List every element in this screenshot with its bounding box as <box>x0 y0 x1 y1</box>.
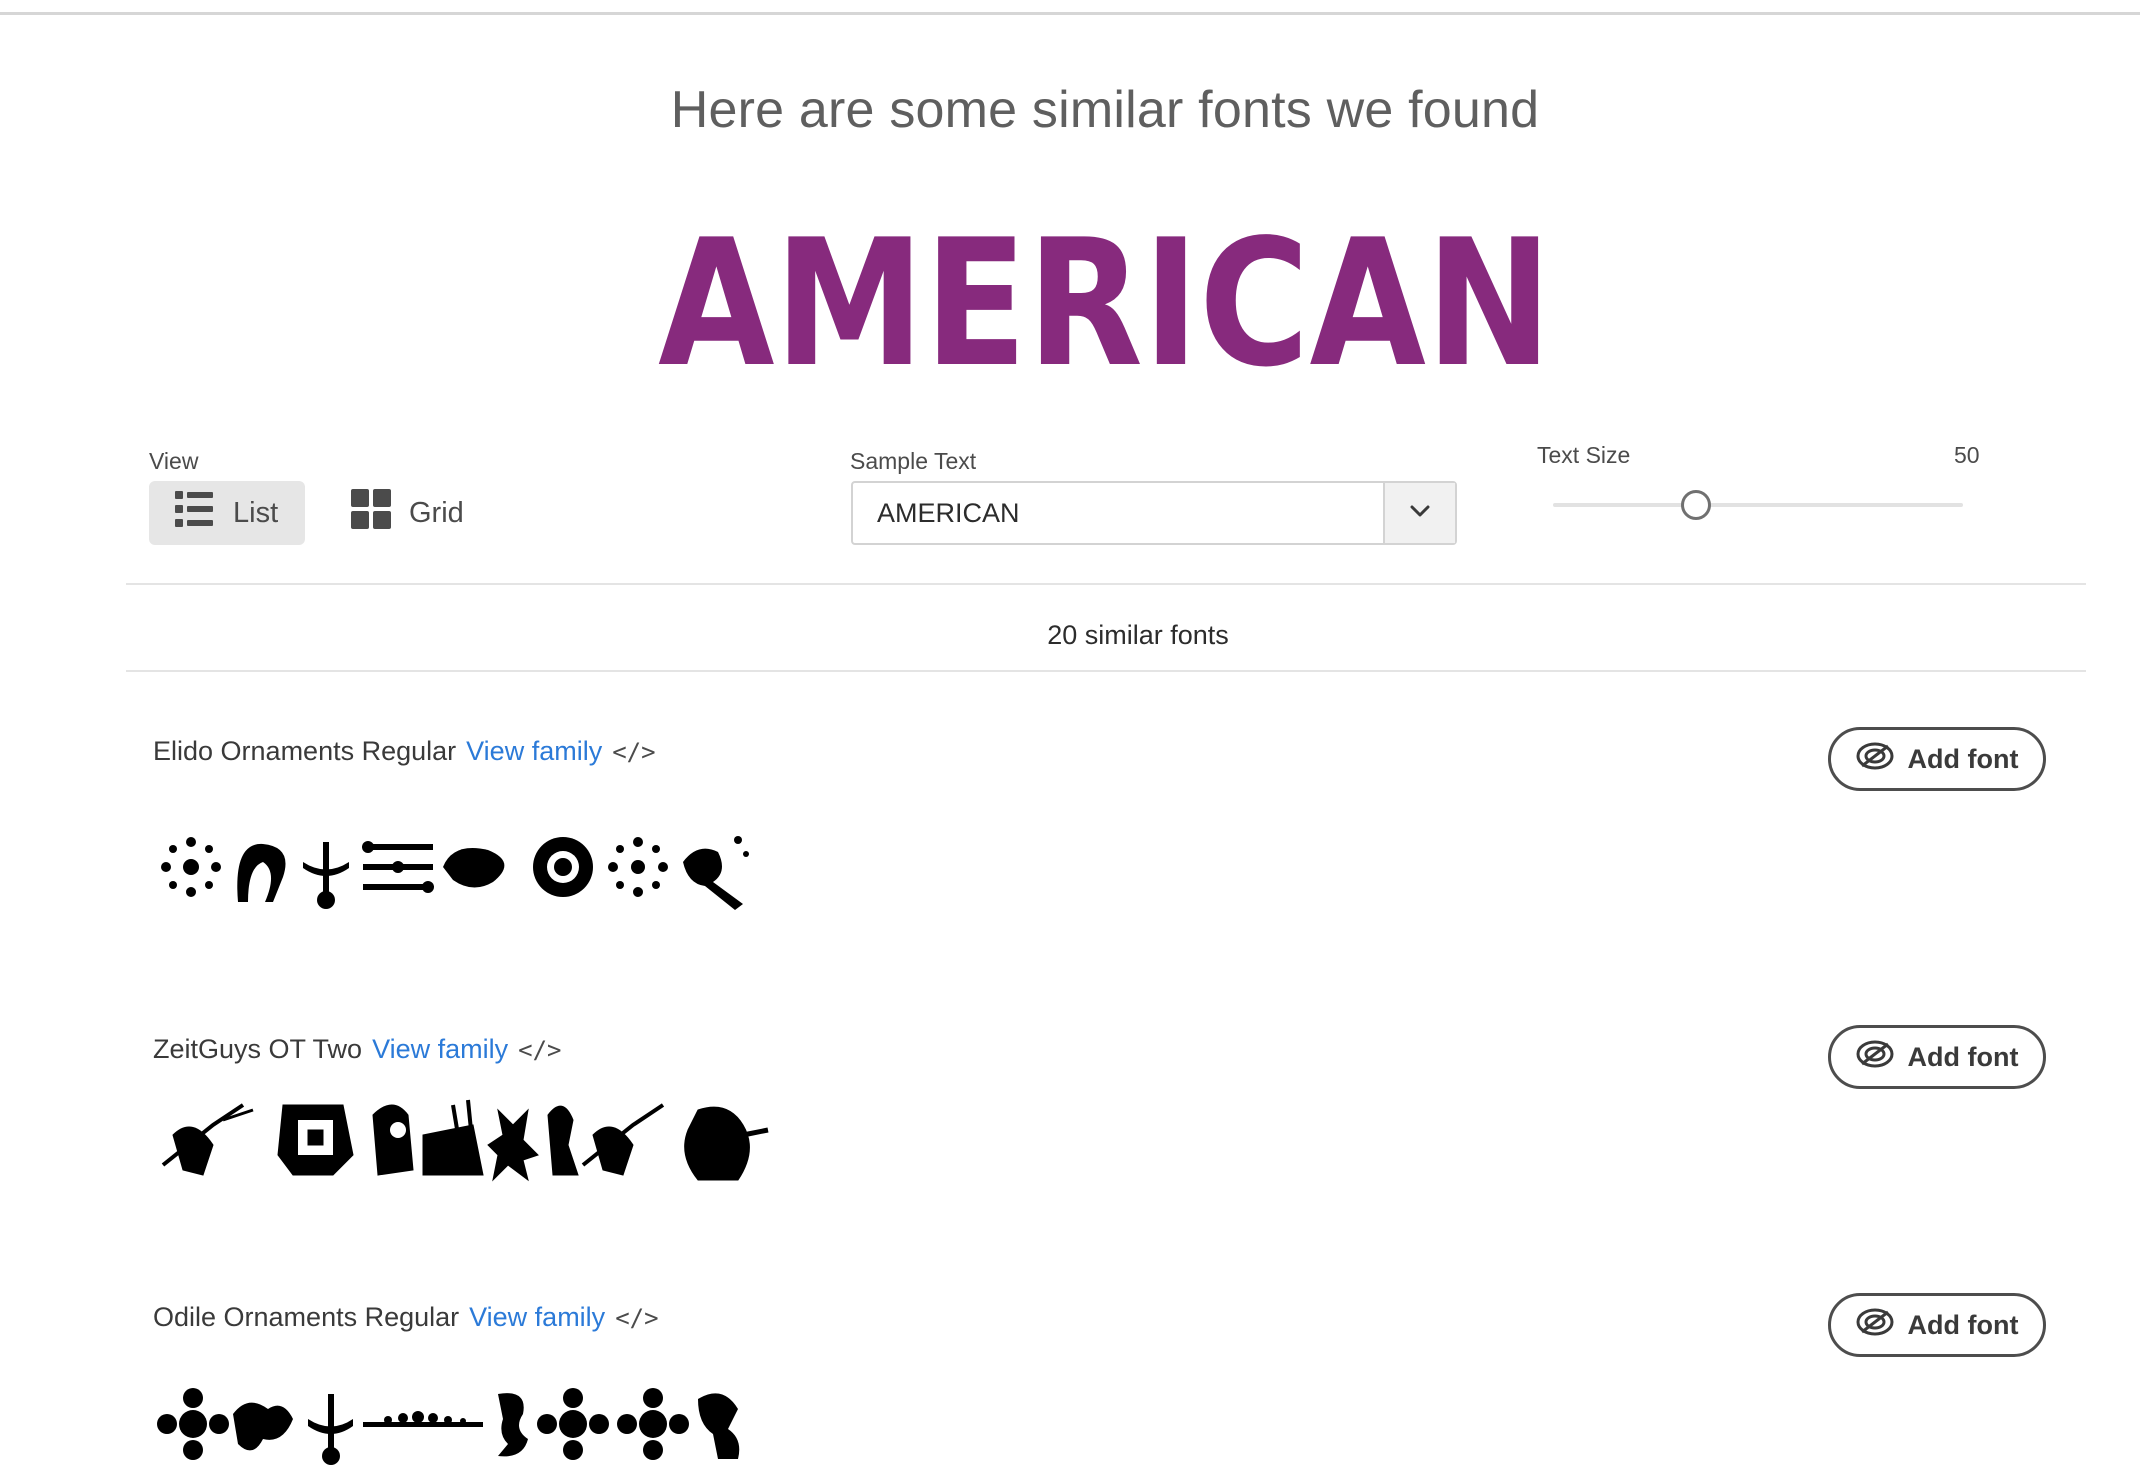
grid-view-label: Grid <box>409 496 464 529</box>
embed-code-button[interactable]: </> <box>518 1036 561 1064</box>
font-row-header: Elido Ornaments Regular View family </> <box>153 736 656 767</box>
page-title: Here are some similar fonts we found <box>670 81 1540 139</box>
font-name: ZeitGuys OT Two <box>153 1034 363 1064</box>
font-name: Odile Ornaments Regular <box>153 1302 460 1332</box>
view-label: View <box>149 448 199 474</box>
font-row-header: ZeitGuys OT Two View family </> <box>153 1034 561 1065</box>
text-size-slider-track[interactable] <box>1553 503 1963 507</box>
view-family-link[interactable]: View family <box>466 736 602 767</box>
grid-view-button[interactable]: Grid <box>325 481 490 545</box>
view-family-link[interactable]: View family <box>469 1302 605 1333</box>
font-sample-glyphs <box>153 822 753 912</box>
embed-code-button[interactable]: </> <box>612 738 655 766</box>
top-divider <box>0 12 2140 15</box>
add-font-label: Add font <box>1907 743 2019 774</box>
sample-text-input[interactable]: AMERICAN <box>877 483 1020 543</box>
sample-text-dropdown-button[interactable] <box>1383 483 1455 543</box>
font-row-header: Odile Ornaments Regular View family </> <box>153 1302 659 1333</box>
text-size-value: 50 <box>1954 442 1980 468</box>
creative-cloud-icon <box>1856 1040 1894 1075</box>
results-bottom-divider <box>126 670 2086 672</box>
add-font-button[interactable]: Add font <box>1828 1025 2046 1089</box>
list-view-label: List <box>233 496 279 529</box>
sample-text-preview: AMERICAN <box>658 203 1552 406</box>
creative-cloud-icon <box>1856 1308 1894 1343</box>
creative-cloud-icon <box>1856 742 1894 777</box>
font-sample-glyphs <box>153 1095 793 1185</box>
text-size-label: Text Size <box>1537 442 1631 468</box>
font-sample-glyphs <box>153 1380 773 1470</box>
embed-code-button[interactable]: </> <box>615 1304 658 1332</box>
add-font-button[interactable]: Add font <box>1828 1293 2046 1357</box>
view-family-link[interactable]: View family <box>372 1034 508 1065</box>
sample-text-select[interactable]: AMERICAN <box>851 481 1457 545</box>
results-count: 20 similar fonts <box>1047 620 1229 650</box>
add-font-label: Add font <box>1907 1309 2019 1340</box>
grid-icon <box>351 489 391 537</box>
sample-text-label: Sample Text <box>850 448 977 474</box>
add-font-button[interactable]: Add font <box>1828 727 2046 791</box>
results-top-divider <box>126 583 2086 585</box>
font-name: Elido Ornaments Regular <box>153 736 457 766</box>
add-font-label: Add font <box>1907 1041 2019 1072</box>
list-view-button[interactable]: List <box>149 481 305 545</box>
chevron-down-icon <box>1409 504 1431 523</box>
list-icon <box>175 489 215 537</box>
text-size-slider-handle[interactable] <box>1681 490 1711 520</box>
